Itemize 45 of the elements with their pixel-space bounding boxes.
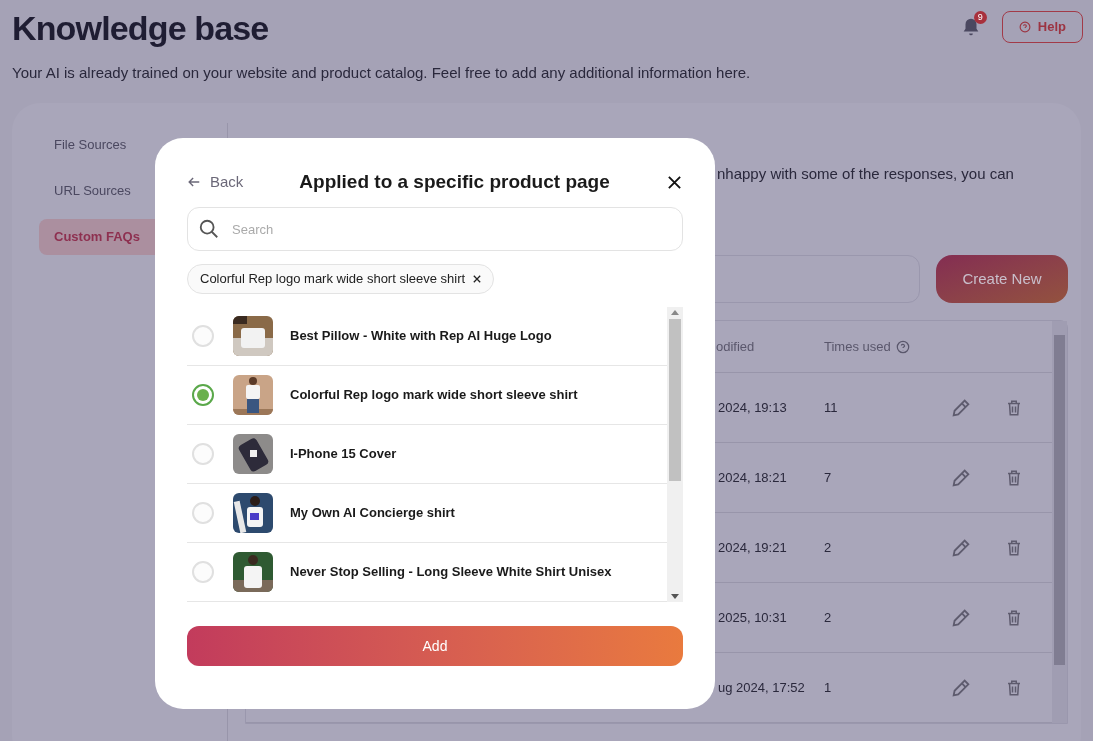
table-cell-text: 2025, 10:31 [718, 608, 788, 627]
table-cell-text: 2024, 19:13 [718, 398, 788, 417]
section-description: nhappy with some of the responses, you can [717, 163, 1014, 184]
product-name: Never Stop Selling - Long Sleeve White Shirt Unisex [290, 563, 612, 582]
arrow-left-icon [187, 175, 201, 189]
scrollbar[interactable] [667, 307, 683, 602]
product-row[interactable]: Colorful Rep logo mark wide short sleeve shirt [187, 366, 667, 425]
radio-button[interactable] [192, 384, 214, 406]
product-name: My Own AI Concierge shirt [290, 504, 455, 523]
table-cell-text: 2024, 18:21 [718, 468, 788, 487]
scroll-down-icon[interactable] [671, 594, 679, 599]
product-name: I-Phone 15 Cover [290, 445, 397, 464]
product-row[interactable]: I-Phone 15 Cover [187, 425, 667, 484]
table-cell-text: 1 [824, 678, 833, 697]
page-subtitle: Your AI is already trained on your website and product catalog. Feel free to add any additional information here. [12, 63, 751, 83]
sidebar-item[interactable]: File Sources [39, 126, 215, 163]
column-header: Times used [824, 337, 891, 356]
add-button[interactable]: Add [187, 626, 683, 666]
dialog-title: Applied to a specific product page [299, 169, 610, 194]
help-icon [1018, 21, 1031, 33]
column-header: odified [716, 337, 756, 356]
create-new-button[interactable]: Create New [936, 255, 1068, 303]
scroll-up-icon[interactable] [671, 310, 679, 315]
table-cell-text: 2024, 19:21 [718, 538, 788, 557]
product-row[interactable]: Never Stop Selling - Long Sleeve White Shirt Unisex [187, 543, 667, 602]
chip-label: Colorful Rep logo mark wide short sleeve shirt [200, 270, 466, 289]
product-row[interactable]: My Own AI Concierge shirt [187, 484, 667, 543]
close-icon[interactable] [667, 174, 682, 190]
table-cell-text: 2 [824, 538, 833, 557]
product-name: Best Pillow - White with Rep AI Huge Logo [290, 327, 552, 346]
back-button[interactable]: Back [187, 170, 244, 194]
table-cell-text: ug 2024, 17:52 [718, 678, 806, 697]
notification-badge: 9 [973, 11, 987, 24]
help-icon[interactable] [895, 339, 910, 354]
product-row[interactable]: Best Pillow - White with Rep AI Huge Logo [187, 307, 667, 366]
help-button[interactable]: Help [1001, 11, 1083, 43]
search-field[interactable]: Search [187, 207, 683, 251]
page-title: Knowledge base [12, 8, 270, 48]
remove-icon[interactable] [473, 275, 482, 283]
product-name: Colorful Rep logo mark wide short sleeve shirt [290, 386, 578, 405]
table-cell-text: 11 [824, 398, 839, 417]
table-cell-text: 2 [824, 608, 833, 627]
scrollbar[interactable] [1052, 321, 1067, 723]
table-cell-text: 7 [824, 468, 833, 487]
search-icon [198, 218, 220, 240]
